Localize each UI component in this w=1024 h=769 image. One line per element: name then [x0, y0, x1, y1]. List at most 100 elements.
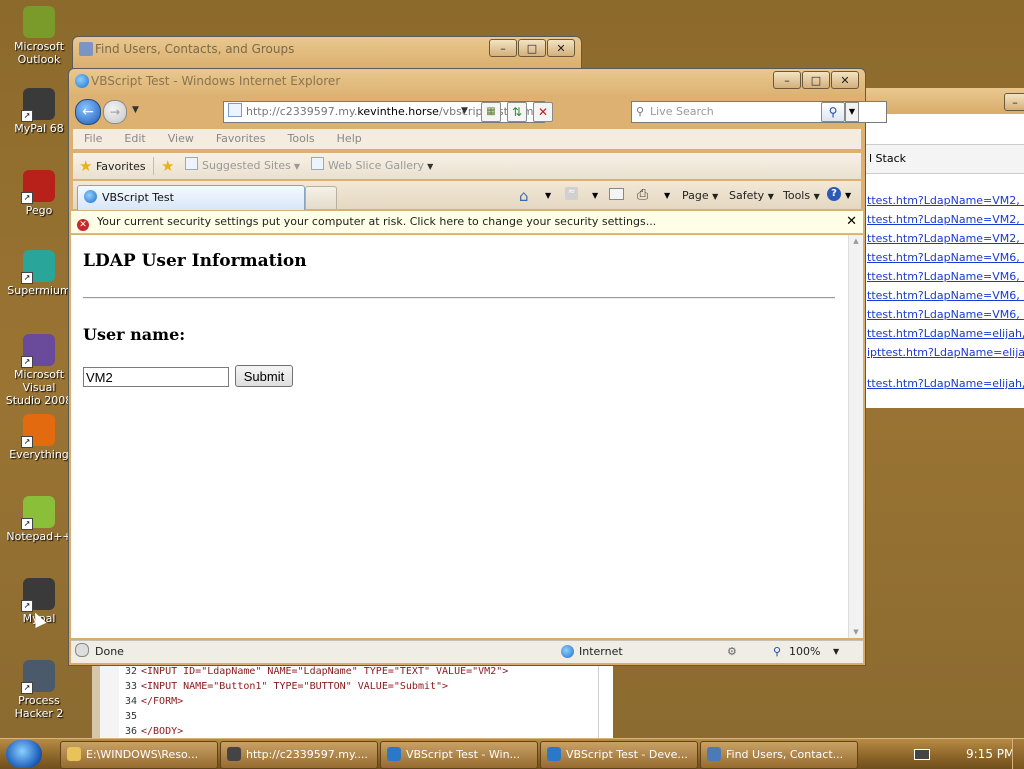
desktop-icon[interactable]: ↗ MyPal 68	[4, 88, 74, 135]
info-bar-close-icon[interactable]: ✕	[846, 211, 857, 233]
desktop-app-icon	[23, 6, 55, 38]
security-info-bar[interactable]: ✕ Your current security settings put your…	[71, 211, 863, 234]
desktop-icon[interactable]: ↗ Process Hacker 2	[4, 660, 74, 720]
code-line-text: </BODY>	[141, 726, 184, 737]
add-to-favorites-bar-button[interactable]: ★	[161, 156, 174, 176]
forward-button[interactable]: →	[103, 100, 127, 124]
keyboard-tray-icon[interactable]	[914, 749, 930, 760]
call-stack-link[interactable]: ttest.htm?LdapName=VM6, line 3	[867, 308, 1024, 321]
taskbar-app-icon	[707, 747, 721, 761]
home-button[interactable]: ⌂	[519, 187, 529, 205]
protected-mode-icon[interactable]: ⚙	[727, 641, 737, 663]
call-stack-link[interactable]: ipttest.htm?LdapName=elijah, lin	[867, 346, 1024, 359]
desktop-icon[interactable]: ↗ Everything	[4, 414, 74, 461]
call-stack-link[interactable]: ttest.htm?LdapName=elijah, line 3	[867, 377, 1024, 390]
ie-window[interactable]: VBScript Test - Windows Internet Explore…	[68, 68, 887, 666]
taskbar-button[interactable]: http://c2339597.my....	[220, 741, 378, 769]
tools-menu-label: Tools	[783, 189, 811, 202]
search-button[interactable]: ⚲	[821, 102, 845, 122]
refresh-button[interactable]: ⇅	[507, 102, 527, 122]
shortcut-arrow-icon: ↗	[21, 600, 33, 612]
ie-close-button[interactable]: ✕	[831, 71, 859, 89]
desktop-icon[interactable]: Microsoft Outlook	[4, 6, 74, 66]
zoom-icon[interactable]: ⚲	[773, 641, 781, 663]
feeds-dropdown[interactable]: ▼	[592, 191, 598, 200]
zoom-dropdown[interactable]: ▼	[833, 641, 839, 663]
desktop-icon-label: Microsoft Visual Studio 2008	[5, 368, 73, 407]
find-minimize-button[interactable]: –	[489, 39, 517, 57]
safety-menu-button[interactable]: Safety ▼	[729, 189, 774, 202]
search-options-dropdown[interactable]: ▼	[845, 102, 859, 122]
call-stack-link[interactable]: ttest.htm?LdapName=VM6, line 3	[867, 289, 1024, 302]
desktop-icon-label: Notepad++	[6, 530, 72, 543]
feeds-icon[interactable]: ≈	[565, 187, 578, 200]
compat-view-button[interactable]: ▦	[481, 102, 501, 122]
desktop-icon[interactable]: ↗ Microsoft Visual Studio 2008	[4, 334, 74, 407]
debugger-minimize-button[interactable]: –	[1004, 93, 1024, 111]
submit-button[interactable]: Submit	[235, 365, 293, 387]
desktop-icon-label: Pego	[25, 204, 53, 217]
zoom-level[interactable]: 100%	[789, 641, 820, 663]
recent-pages-dropdown[interactable]: ▼	[132, 105, 139, 115]
suggested-sites-button[interactable]: Suggested Sites ▼	[185, 156, 300, 177]
help-icon[interactable]: ?	[827, 187, 841, 201]
menu-file[interactable]: File	[84, 129, 102, 149]
taskbar-button[interactable]: E:\WINDOWS\Reso...	[60, 741, 218, 769]
print-icon[interactable]: ⎙	[637, 187, 648, 203]
debugger-window[interactable]: – l Stack ttest.htm?LdapName=VM2, line 3…	[862, 88, 1024, 408]
clock[interactable]: 9:15 PM	[966, 747, 1014, 761]
code-line-number: 33	[124, 681, 137, 692]
search-magnifier-icon: ⚲	[636, 105, 645, 118]
call-stack-link[interactable]: ttest.htm?LdapName=VM2, line 3	[867, 213, 1024, 226]
menu-edit[interactable]: Edit	[124, 129, 145, 149]
home-dropdown[interactable]: ▼	[545, 191, 551, 200]
show-desktop-button[interactable]	[1012, 739, 1024, 769]
favorites-button[interactable]: ★ Favorites	[75, 156, 150, 176]
ie-page-icon	[185, 157, 198, 170]
find-maximize-button[interactable]: □	[518, 39, 546, 57]
safety-menu-label: Safety	[729, 189, 765, 202]
code-line-text: </FORM>	[141, 696, 184, 707]
desktop-icon[interactable]: ↗ Notepad++	[4, 496, 74, 543]
page-menu-button[interactable]: Page ▼	[682, 189, 718, 202]
username-input[interactable]	[83, 367, 229, 387]
tab-vbscript-test[interactable]: VBScript Test	[77, 185, 305, 210]
code-line-text: <INPUT NAME="Button1" TYPE="BUTTON" VALU…	[141, 681, 449, 692]
call-stack-link[interactable]: ttest.htm?LdapName=VM6, line 3	[867, 270, 1024, 283]
read-mail-icon[interactable]	[609, 188, 624, 200]
menu-tools[interactable]: Tools	[288, 129, 315, 149]
call-stack-link[interactable]: ttest.htm?LdapName=VM2, line 3	[867, 232, 1024, 245]
taskbar-button[interactable]: Find Users, Contact...	[700, 741, 858, 769]
menu-help[interactable]: Help	[337, 129, 362, 149]
code-line: 33 <INPUT NAME="Button1" TYPE="BUTTON" VA…	[93, 679, 598, 694]
page-scrollbar[interactable]: ▲ ▼	[848, 235, 863, 638]
ie-minimize-button[interactable]: –	[773, 71, 801, 89]
taskbar-button[interactable]: VBScript Test - Deve...	[540, 741, 698, 769]
back-button[interactable]: ←	[75, 99, 101, 125]
start-button[interactable]	[6, 740, 42, 768]
desktop-icon[interactable]: ↗ Pego	[4, 170, 74, 217]
call-stack-link[interactable]: ttest.htm?LdapName=VM6, line 3	[867, 251, 1024, 264]
desktop-app-icon: ↗	[21, 250, 55, 284]
taskbar-button-label: http://c2339597.my....	[246, 748, 368, 761]
taskbar-button[interactable]: VBScript Test - Win...	[380, 741, 538, 769]
new-tab-button[interactable]	[305, 186, 337, 209]
menu-favorites[interactable]: Favorites	[216, 129, 266, 149]
scroll-up-arrow[interactable]: ▲	[849, 235, 863, 247]
shortcut-arrow-icon: ↗	[21, 272, 33, 284]
print-dropdown[interactable]: ▼	[664, 191, 670, 200]
ie-maximize-button[interactable]: □	[802, 71, 830, 89]
web-slice-gallery-button[interactable]: Web Slice Gallery ▼	[311, 156, 433, 177]
find-close-button[interactable]: ✕	[547, 39, 575, 57]
page-menu-label: Page	[682, 189, 709, 202]
menu-view[interactable]: View	[168, 129, 194, 149]
help-dropdown[interactable]: ▼	[845, 191, 851, 200]
tools-menu-button[interactable]: Tools ▼	[783, 189, 820, 202]
code-line-number: 36	[124, 726, 137, 737]
call-stack-link[interactable]: ttest.htm?LdapName=VM2, line 3	[867, 194, 1024, 207]
call-stack-link[interactable]: ttest.htm?LdapName=elijah, line 3	[867, 327, 1024, 340]
scroll-down-arrow[interactable]: ▼	[849, 626, 863, 638]
address-dropdown[interactable]: ▼	[461, 106, 468, 116]
desktop-icon[interactable]: ↗ Supermium	[4, 250, 74, 297]
stop-button[interactable]: ✕	[533, 102, 553, 122]
